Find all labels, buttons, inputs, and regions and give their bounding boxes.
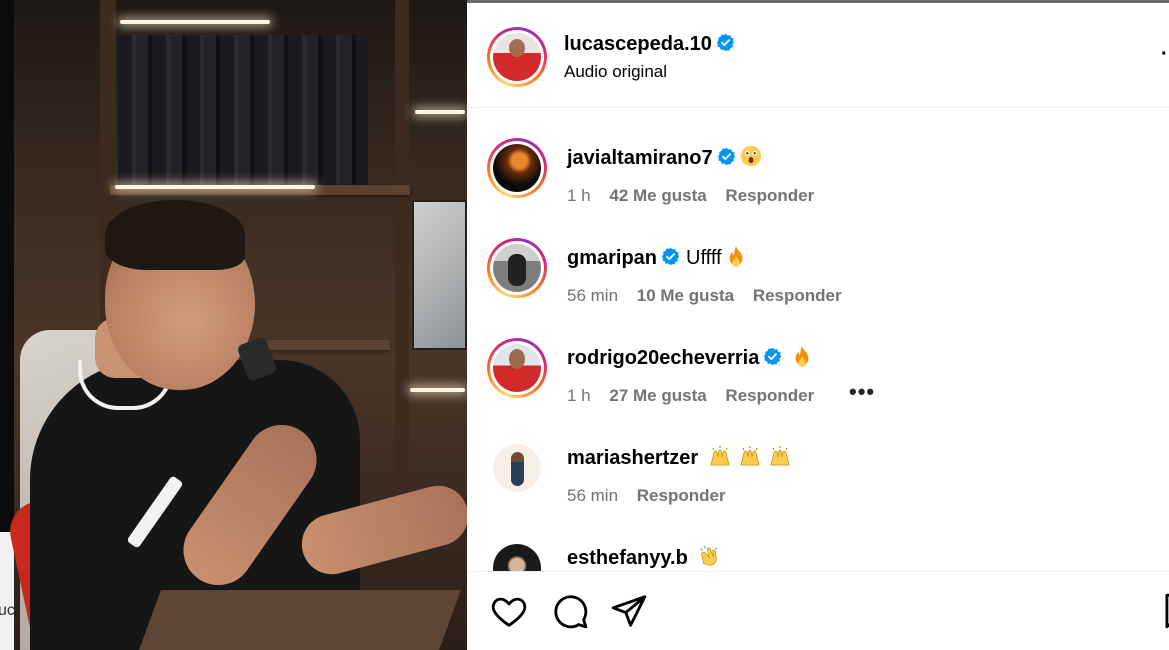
shelf-post bbox=[395, 0, 409, 520]
post-header: lucascepeda.10 Audio original · bbox=[467, 3, 1169, 108]
comment-time: 1 h bbox=[567, 386, 591, 405]
comment-meta: 56 min Responder bbox=[567, 486, 740, 506]
comment-likes[interactable]: 10 Me gusta bbox=[637, 286, 734, 305]
wall-photo bbox=[412, 200, 467, 350]
person-hair bbox=[105, 200, 245, 270]
commenter-avatar[interactable] bbox=[487, 138, 547, 198]
share-icon[interactable] bbox=[610, 592, 648, 630]
shelf-light bbox=[120, 20, 270, 24]
verified-badge-icon bbox=[716, 33, 735, 52]
commenter-username[interactable]: javialtamirano7 bbox=[567, 147, 713, 169]
like-icon[interactable] bbox=[490, 592, 528, 630]
media-left-backdrop bbox=[0, 0, 14, 532]
comment-body: Uffff bbox=[686, 247, 722, 269]
raising-hands-emoji-icon bbox=[708, 445, 732, 467]
comment-meta: 1 h 42 Me gusta Responder bbox=[567, 186, 828, 206]
post-media[interactable]: uc bbox=[0, 0, 467, 650]
verified-badge-icon bbox=[763, 347, 782, 366]
commenter-avatar[interactable] bbox=[487, 238, 547, 298]
action-bar bbox=[467, 571, 1169, 650]
author-username-text[interactable]: lucascepeda.10 bbox=[564, 33, 712, 55]
shelf-light bbox=[115, 185, 315, 189]
media-left-backdrop-bottom: uc bbox=[0, 532, 15, 650]
commenter-username[interactable]: gmaripan bbox=[567, 247, 657, 269]
reply-button[interactable]: Responder bbox=[753, 286, 842, 305]
raising-hands-emoji-icon bbox=[768, 445, 792, 467]
bookshelf-books bbox=[118, 35, 368, 185]
commenter-avatar[interactable] bbox=[493, 544, 541, 571]
commenter-username[interactable]: esthefanyy.b bbox=[567, 547, 688, 569]
comment-item: javialtamirano7 1 h 42 Me gusta Responde… bbox=[467, 109, 1169, 209]
reply-button[interactable]: Responder bbox=[725, 186, 814, 205]
audio-label[interactable]: Audio original bbox=[564, 62, 667, 82]
table bbox=[139, 590, 461, 650]
save-icon[interactable] bbox=[1159, 592, 1169, 630]
commenter-avatar[interactable] bbox=[487, 338, 547, 398]
comment-item: gmaripan Uffff 56 min 10 Me gusta Respond… bbox=[467, 209, 1169, 309]
comment-likes[interactable]: 42 Me gusta bbox=[609, 186, 706, 205]
left-edge-text-fragment: uc bbox=[0, 602, 15, 619]
comment-item: mariashertzer 56 min Responder bbox=[467, 409, 1169, 509]
commenter-username[interactable]: mariashertzer bbox=[567, 447, 698, 469]
fire-emoji-icon bbox=[792, 345, 812, 367]
comment-text: javialtamirano7 bbox=[567, 145, 762, 170]
comment-likes[interactable]: 27 Me gusta bbox=[609, 386, 706, 405]
commenter-username[interactable]: rodrigo20echeverria bbox=[567, 347, 759, 369]
shelf-light bbox=[415, 110, 465, 114]
author-avatar[interactable] bbox=[487, 27, 547, 87]
comment-item: esthefanyy.b bbox=[467, 509, 1169, 571]
reply-button[interactable]: Responder bbox=[637, 486, 726, 505]
clapping-hands-emoji-icon bbox=[698, 545, 720, 567]
verified-badge-icon bbox=[661, 247, 680, 266]
raising-hands-emoji-icon bbox=[738, 445, 762, 467]
comments-list: javialtamirano7 1 h 42 Me gusta Responde… bbox=[467, 109, 1169, 571]
comment-time: 56 min bbox=[567, 486, 619, 505]
comment-item: rodrigo20echeverria 1 h 27 Me gusta Resp… bbox=[467, 309, 1169, 409]
fire-emoji-icon bbox=[726, 245, 746, 267]
comment-icon[interactable] bbox=[551, 592, 589, 630]
comment-meta: 56 min 10 Me gusta Responder bbox=[567, 286, 856, 306]
comment-text: esthefanyy.b bbox=[567, 545, 720, 570]
comment-text: rodrigo20echeverria bbox=[567, 345, 812, 370]
comment-time: 56 min bbox=[567, 286, 619, 305]
verified-badge-icon bbox=[717, 147, 736, 166]
astonished-face-emoji-icon bbox=[740, 145, 762, 167]
shelf-light bbox=[410, 388, 465, 392]
comment-meta: 1 h 27 Me gusta Responder bbox=[567, 386, 828, 406]
more-horizontal-icon[interactable]: · bbox=[1161, 43, 1169, 66]
author-username[interactable]: lucascepeda.10 bbox=[564, 33, 735, 56]
comment-time: 1 h bbox=[567, 186, 591, 205]
comment-text: gmaripan Uffff bbox=[567, 245, 746, 270]
reply-button[interactable]: Responder bbox=[725, 386, 814, 405]
comment-more-options-icon[interactable]: ••• bbox=[849, 379, 875, 405]
commenter-avatar[interactable] bbox=[493, 444, 541, 492]
post-side-panel: lucascepeda.10 Audio original · javialta… bbox=[467, 0, 1169, 650]
comment-text: mariashertzer bbox=[567, 445, 792, 470]
